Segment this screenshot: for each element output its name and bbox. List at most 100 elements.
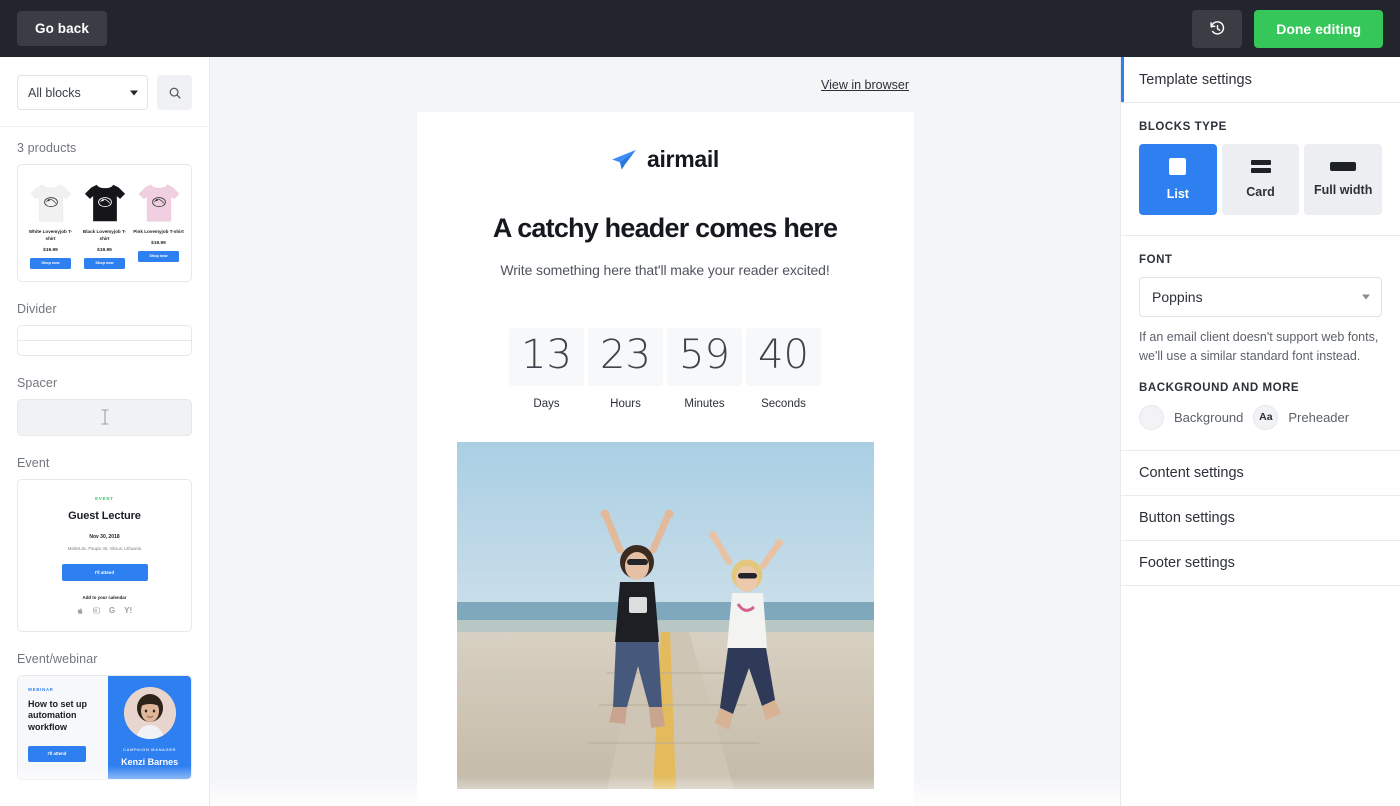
preheader-label: Preheader	[1288, 409, 1350, 425]
countdown-unit-hours: 23 Hours	[588, 328, 663, 410]
countdown-label: Days	[533, 398, 560, 411]
product-price: $19.99	[151, 240, 166, 246]
font-value: Poppins	[1152, 289, 1203, 305]
email-headline[interactable]: A catchy header comes here	[457, 213, 874, 244]
blocks-type-label: BLOCKS TYPE	[1139, 121, 1227, 133]
event-tag: EVENT	[95, 495, 114, 501]
logo-text: airmail	[646, 146, 720, 172]
webinar-attend-button[interactable]: I'll attend	[28, 745, 86, 762]
email-builder-app: Go back Done editing All blocks 3 produc…	[0, 0, 1400, 806]
search-button[interactable]	[157, 75, 192, 110]
countdown-label: Minutes	[684, 398, 725, 411]
calendar-icons: G Y!	[30, 606, 179, 615]
yahoo-icon[interactable]: Y!	[124, 606, 132, 615]
email-subheadline[interactable]: Write something here that'll make your r…	[457, 262, 874, 278]
email-preview[interactable]: airmail A catchy header comes here Write…	[416, 112, 914, 806]
event-card: EVENT Guest Lecture Nov 30, 2018 MailerL…	[18, 480, 191, 631]
block-label: Divider	[17, 301, 57, 316]
block-preview-divider[interactable]	[17, 324, 192, 356]
event-address: MailerLite, Paupio 46, Vilnius, Lithuani…	[67, 545, 142, 551]
event-attend-button[interactable]: I'll attend	[61, 563, 148, 581]
hero-beach-photo	[456, 442, 874, 790]
search-icon	[169, 87, 181, 99]
spacer-area	[18, 400, 191, 435]
background-color-swatch[interactable]	[1139, 404, 1164, 430]
done-editing-button[interactable]: Done editing	[1254, 9, 1383, 48]
font-note: If an email client doesn't support web f…	[1139, 330, 1379, 363]
chevron-down-icon	[130, 90, 138, 95]
block-filter-value: All blocks	[28, 85, 81, 100]
product-shop-button[interactable]: Shop now	[84, 257, 125, 269]
blocks-type-card[interactable]: Card	[1221, 144, 1300, 215]
presenter-photo-icon	[123, 687, 176, 740]
block-item-event[interactable]: Event EVENT Guest Lecture Nov 30, 2018 M…	[17, 456, 192, 632]
countdown-timer[interactable]: 13 Days 23 Hours 59 Minutes 40 Seconds	[457, 328, 874, 410]
preheader-icon[interactable]: Aa	[1253, 404, 1279, 430]
hero-image[interactable]	[456, 442, 874, 790]
block-item-partial[interactable]: Application	[17, 800, 192, 806]
button-settings-row[interactable]: Button settings	[1121, 496, 1400, 541]
product-shop-button[interactable]: Shop now	[30, 257, 71, 269]
font-select[interactable]: Poppins	[1139, 277, 1382, 317]
background-more-row: Background Aa Preheader	[1139, 404, 1382, 430]
block-label: Application	[17, 800, 192, 806]
block-label: Event	[17, 455, 50, 470]
blocks-type-full-width[interactable]: Full width	[1304, 144, 1383, 215]
divider-line	[18, 326, 191, 355]
countdown-label: Hours	[610, 398, 641, 411]
event-calendar-label: Add to your calendar	[82, 594, 127, 600]
email-logo[interactable]: airmail	[457, 138, 874, 213]
footer-settings-row[interactable]: Footer settings	[1121, 541, 1400, 586]
product-name: Black Lovemyjob T-shirt	[82, 229, 127, 241]
content-settings-row[interactable]: Content settings	[1121, 451, 1400, 496]
product-shop-button[interactable]: Shop now	[138, 250, 179, 262]
template-settings-header[interactable]: Template settings	[1121, 57, 1400, 103]
sidebar-toolbar: All blocks	[0, 57, 209, 127]
block-label: Spacer	[17, 375, 58, 390]
tshirt-image	[79, 177, 130, 224]
font-label: FONT	[1139, 254, 1173, 266]
settings-panel: Template settings BLOCKS TYPE List Card	[1120, 57, 1400, 806]
product-name: Pink Lovemyjob T-shirt	[133, 229, 184, 234]
blocks-list[interactable]: 3 products White Lovemyjob T-shirt $19.9…	[0, 127, 209, 806]
block-preview-webinar[interactable]: WEBINAR How to set up automation workflo…	[17, 674, 192, 780]
blocks-type-section: BLOCKS TYPE List Card Full width	[1121, 103, 1400, 236]
top-toolbar: Go back Done editing	[0, 0, 1400, 57]
tshirt-image	[133, 177, 184, 224]
webinar-tag: WEBINAR	[28, 686, 54, 692]
email-canvas[interactable]: View in browser airmail A catchy header …	[210, 57, 1120, 806]
blocks-type-list[interactable]: List	[1139, 144, 1217, 215]
blocks-type-label-card: Card	[1246, 185, 1275, 199]
block-item-products[interactable]: 3 products White Lovemyjob T-shirt $19.9…	[17, 141, 192, 282]
block-label: Event/webinar	[17, 651, 98, 666]
webinar-card: WEBINAR How to set up automation workflo…	[18, 675, 191, 779]
block-item-webinar[interactable]: Event/webinar WEBINAR How to set up auto…	[17, 652, 192, 780]
countdown-value: 59	[667, 328, 742, 387]
go-back-button[interactable]: Go back	[17, 11, 107, 46]
product-item: Pink Lovemyjob T-shirt $19.99 Shop now	[133, 177, 184, 269]
block-filter-select[interactable]: All blocks	[17, 75, 148, 110]
product-price: $19.99	[97, 247, 112, 253]
tshirt-pink-icon	[138, 184, 179, 222]
history-revert-button[interactable]	[1192, 9, 1243, 48]
blocks-type-label-list: List	[1166, 187, 1189, 201]
block-preview-spacer[interactable]	[17, 398, 192, 436]
countdown-unit-minutes: 59 Minutes	[667, 328, 742, 410]
block-item-divider[interactable]: Divider	[17, 302, 192, 356]
block-preview-products[interactable]: White Lovemyjob T-shirt $19.99 Shop now	[17, 164, 192, 282]
outlook-icon[interactable]	[93, 607, 100, 614]
google-icon[interactable]: G	[109, 606, 115, 615]
view-in-browser-link[interactable]: View in browser	[821, 78, 909, 92]
block-item-spacer[interactable]: Spacer	[17, 376, 192, 436]
countdown-value: 40	[746, 328, 821, 387]
webinar-role: CAMPAIGN MANAGER	[123, 747, 177, 753]
tshirt-image	[25, 177, 76, 224]
font-section: FONT Poppins If an email client doesn't …	[1121, 236, 1400, 451]
background-label: Background	[1174, 409, 1244, 425]
blocks-sidebar: All blocks 3 products White Lovemyjob T-…	[0, 57, 210, 806]
view-browser-bar: View in browser	[210, 57, 1120, 112]
apple-icon[interactable]	[77, 607, 84, 615]
product-row: White Lovemyjob T-shirt $19.99 Shop now	[18, 165, 191, 281]
avatar	[123, 687, 176, 740]
block-preview-event[interactable]: EVENT Guest Lecture Nov 30, 2018 MailerL…	[17, 478, 192, 632]
